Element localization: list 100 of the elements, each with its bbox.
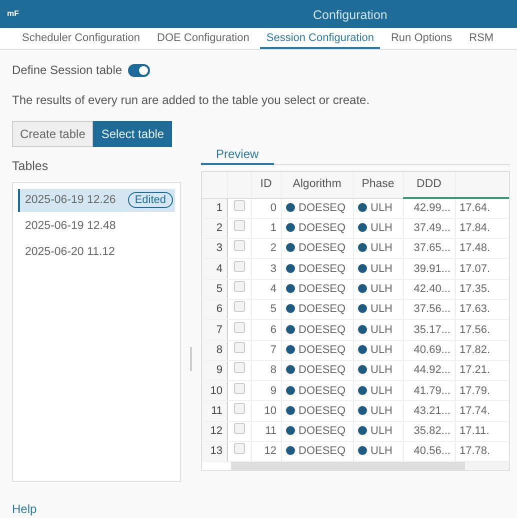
row-number: 3 <box>202 238 227 259</box>
table-list-item[interactable]: 2025-06-19 12.26 Edited <box>18 188 175 212</box>
table-list-item[interactable]: 2025-06-19 12.48 <box>18 214 175 238</box>
status-dot-icon <box>286 202 294 212</box>
status-dot-icon <box>286 386 294 395</box>
row-checkbox[interactable] <box>234 402 244 414</box>
table-cell: 17.35. <box>455 279 509 300</box>
row-number: 11 <box>202 400 227 422</box>
table-cell: 17.74. <box>455 400 509 422</box>
status-dot-icon <box>358 223 366 232</box>
create-table-button[interactable]: Create table <box>12 121 94 147</box>
column-header: Phase <box>353 172 403 198</box>
row-checkbox[interactable] <box>234 220 244 232</box>
help-link[interactable]: Help <box>12 502 37 516</box>
table-cell: 17.84. <box>455 218 509 239</box>
table-cell: 17.21. <box>455 360 509 381</box>
row-number: 5 <box>202 279 227 300</box>
status-dot-icon <box>286 344 294 354</box>
row-checkbox[interactable] <box>234 240 244 252</box>
tab[interactable]: Session Configuration <box>260 28 380 49</box>
table-cell: 17.48. <box>455 238 509 259</box>
table-cell: 17.63. <box>455 299 509 320</box>
tab[interactable]: RSM <box>463 28 500 49</box>
phase-text: ULH <box>370 202 393 214</box>
status-dot-icon <box>358 446 366 456</box>
phase-text: ULH <box>370 364 393 376</box>
column-header: Algorithm <box>281 172 353 198</box>
row-checkbox[interactable] <box>234 301 244 312</box>
tab[interactable]: DOE Configuration <box>151 28 256 49</box>
table-cell: 42.99... <box>403 198 455 218</box>
table-cell: 17.56. <box>455 320 509 340</box>
status-dot-icon <box>286 223 294 232</box>
preview-tab[interactable]: Preview <box>201 145 274 165</box>
table-cell: 7 <box>251 340 281 360</box>
status-dot-icon <box>358 406 366 415</box>
edited-badge: Edited <box>128 192 174 208</box>
row-checkbox[interactable] <box>234 443 244 454</box>
select-table-button[interactable]: Select table <box>93 121 172 147</box>
phase-text: ULH <box>370 344 393 356</box>
table-cell: 17.64. <box>455 198 509 218</box>
status-dot-icon <box>286 406 294 415</box>
horizontal-scrollbar[interactable] <box>231 462 509 470</box>
row-number: 12 <box>202 421 227 442</box>
status-dot-icon <box>286 324 294 334</box>
tab[interactable]: Run Options <box>384 28 458 49</box>
algorithm-text: DOESEQ <box>298 222 346 234</box>
table-cell: 9 <box>251 380 281 401</box>
row-checkbox[interactable] <box>234 260 244 272</box>
status-dot-icon <box>358 426 366 436</box>
algorithm-text: DOESEQ <box>298 242 346 254</box>
row-checkbox[interactable] <box>234 362 244 374</box>
tables-heading: Tables <box>12 158 50 175</box>
table-cell: 17.82. <box>455 340 509 360</box>
define-session-toggle[interactable] <box>128 64 150 76</box>
table-cell: 39.91... <box>403 258 455 280</box>
table-cell: 11 <box>251 421 281 442</box>
row-checkbox[interactable] <box>234 281 244 292</box>
status-dot-icon <box>358 386 366 395</box>
table-cell: 35.17... <box>403 320 455 340</box>
table-cell: 37.49... <box>403 218 455 239</box>
algorithm-text: DOESEQ <box>298 262 346 275</box>
table-cell: 17.79. <box>455 380 509 401</box>
row-number: 13 <box>202 442 227 462</box>
table-cell: 4 <box>251 279 281 300</box>
table-cell: 10 <box>251 400 281 422</box>
algorithm-text: DOESEQ <box>298 384 346 397</box>
table-cell: 2 <box>251 238 281 259</box>
status-dot-icon <box>286 264 294 273</box>
phase-text: ULH <box>370 303 393 316</box>
row-checkbox[interactable] <box>234 342 244 353</box>
table-cell: 43.21... <box>403 400 455 422</box>
status-dot-icon <box>286 365 294 374</box>
table-cell: 1 <box>251 218 281 239</box>
table-cell: 8 <box>251 360 281 381</box>
status-dot-icon <box>358 304 366 314</box>
table-cell: 41.79... <box>403 380 455 401</box>
splitter-handle[interactable] <box>190 347 192 372</box>
row-checkbox[interactable] <box>234 423 244 434</box>
table-cell: 5 <box>251 299 281 320</box>
row-number: 10 <box>202 380 227 401</box>
status-dot-icon <box>286 284 294 294</box>
toggle-label: Define Session table <box>12 62 122 79</box>
phase-text: ULH <box>370 324 393 336</box>
row-number: 7 <box>202 320 227 340</box>
row-checkbox[interactable] <box>234 322 244 333</box>
algorithm-text: DOESEQ <box>298 425 346 438</box>
status-dot-icon <box>286 446 294 456</box>
table-cell: 17.11. <box>455 421 509 442</box>
status-dot-icon <box>358 202 366 212</box>
tab[interactable]: Scheduler Configuration <box>16 28 146 49</box>
row-checkbox[interactable] <box>234 200 244 211</box>
row-checkbox[interactable] <box>234 382 244 394</box>
column-header: ID <box>251 172 281 198</box>
table-cell: 3 <box>251 258 281 280</box>
phase-text: ULH <box>370 425 393 438</box>
table-list-item[interactable]: 2025-06-20 11.12 <box>18 240 175 264</box>
phase-text: ULH <box>370 384 393 397</box>
row-number: 4 <box>202 258 227 280</box>
table-cell: 17.07. <box>455 258 509 280</box>
table-cell: 42.40... <box>403 279 455 300</box>
